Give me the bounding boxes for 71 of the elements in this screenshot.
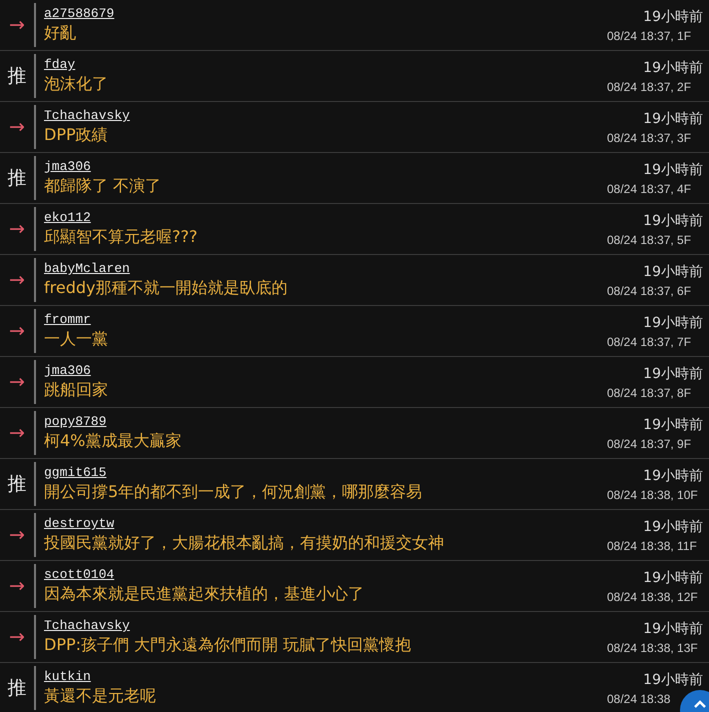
timestamp-floor: 08/24 18:38 xyxy=(607,692,670,706)
comment-tag: → xyxy=(0,255,34,305)
comment-tag: → xyxy=(0,0,34,50)
username-link[interactable]: a27588679 xyxy=(44,6,114,21)
relative-time: 19小時前 xyxy=(643,110,703,128)
comment-text: 邱顯智不算元老喔??? xyxy=(44,227,198,248)
timestamp-floor: 08/24 18:37, 3F xyxy=(607,130,692,144)
timestamp-floor: 08/24 18:38, 12F xyxy=(607,590,698,604)
relative-time: 19小時前 xyxy=(643,466,703,484)
username-link[interactable]: babyMclaren xyxy=(44,261,130,276)
comment-tag: → xyxy=(0,612,34,662)
username-link[interactable]: Tchachavsky xyxy=(44,108,130,123)
comment-text: 柯4%黨成最大贏家 xyxy=(44,431,182,452)
username-link[interactable]: scott0104 xyxy=(44,567,114,582)
timestamp-floor: 08/24 18:38, 10F xyxy=(607,488,698,502)
comment-tag: → xyxy=(0,357,34,407)
timestamp-floor: 08/24 18:37, 7F xyxy=(607,334,692,348)
username-link[interactable]: destroytw xyxy=(44,516,114,531)
username-link[interactable]: jma306 xyxy=(44,363,91,378)
timestamp-floor: 08/24 18:37, 9F xyxy=(607,436,692,450)
comment-tag: 推 xyxy=(0,663,34,712)
comment-text: 黃還不是元老呢 xyxy=(44,686,156,707)
comment-text: 投國民黨就好了，大腸花根本亂搞，有摸奶的和援交女神 xyxy=(44,533,444,554)
username-link[interactable]: Tchachavsky xyxy=(44,618,130,633)
comment-text: 都歸隊了 不演了 xyxy=(44,176,162,197)
relative-time: 19小時前 xyxy=(643,416,703,434)
relative-time: 19小時前 xyxy=(643,518,703,536)
relative-time: 19小時前 xyxy=(643,8,703,26)
caret-icon xyxy=(694,700,706,708)
relative-time: 19小時前 xyxy=(643,160,703,178)
username-link[interactable]: jma306 xyxy=(44,159,91,174)
relative-time: 19小時前 xyxy=(643,58,703,76)
comment-text: 好亂 xyxy=(44,23,76,44)
comment-tag: 推 xyxy=(0,459,34,509)
comment-tag: 推 xyxy=(0,153,34,203)
comment-text: freddy那種不就一開始就是臥底的 xyxy=(44,278,288,299)
comment-text: DPP政績 xyxy=(44,125,108,146)
comment-text: 跳船回家 xyxy=(44,380,108,401)
relative-time: 19小時前 xyxy=(643,568,703,586)
relative-time: 19小時前 xyxy=(643,314,703,332)
relative-time: 19小時前 xyxy=(643,364,703,382)
timestamp-floor: 08/24 18:37, 8F xyxy=(607,386,692,400)
comment-tag: → xyxy=(0,510,34,560)
username-link[interactable]: frommr xyxy=(44,312,91,327)
relative-time: 19小時前 xyxy=(643,620,703,638)
comment-tag: → xyxy=(0,408,34,458)
comment-tag: → xyxy=(0,102,34,152)
timestamp-floor: 08/24 18:37, 6F xyxy=(607,284,692,298)
comment-tag: → xyxy=(0,204,34,254)
comment-text: 因為本來就是民進黨起來扶植的，基進小心了 xyxy=(44,584,364,605)
comment-text: 一人一黨 xyxy=(44,329,108,350)
comment-tag: → xyxy=(0,561,34,611)
username-link[interactable]: popy8789 xyxy=(44,414,106,429)
comment-tag: 推 xyxy=(0,51,34,101)
timestamp-floor: 08/24 18:37, 4F xyxy=(607,182,692,196)
username-link[interactable]: eko112 xyxy=(44,210,91,225)
relative-time: 19小時前 xyxy=(643,262,703,280)
comment-tag: → xyxy=(0,306,34,356)
username-link[interactable]: kutkin xyxy=(44,669,91,684)
username-link[interactable]: ggmit615 xyxy=(44,465,106,480)
timestamp-floor: 08/24 18:37, 2F xyxy=(607,80,692,94)
timestamp-floor: 08/24 18:37, 5F xyxy=(607,232,692,246)
comment-text: DPP:孩子們 大門永遠為你們而開 玩膩了快回黨懷抱 xyxy=(44,635,412,656)
comment-text: 開公司撐5年的都不到一成了，何況創黨，哪那麼容易 xyxy=(44,482,422,503)
timestamp-floor: 08/24 18:38, 13F xyxy=(607,640,698,654)
relative-time: 19小時前 xyxy=(643,212,703,230)
relative-time: 19小時前 xyxy=(643,670,703,688)
timestamp-floor: 08/24 18:38, 11F xyxy=(607,538,697,552)
timestamp-floor: 08/24 18:37, 1F xyxy=(607,28,692,42)
comment-text: 泡沫化了 xyxy=(44,74,108,95)
username-link[interactable]: fday xyxy=(44,57,76,72)
